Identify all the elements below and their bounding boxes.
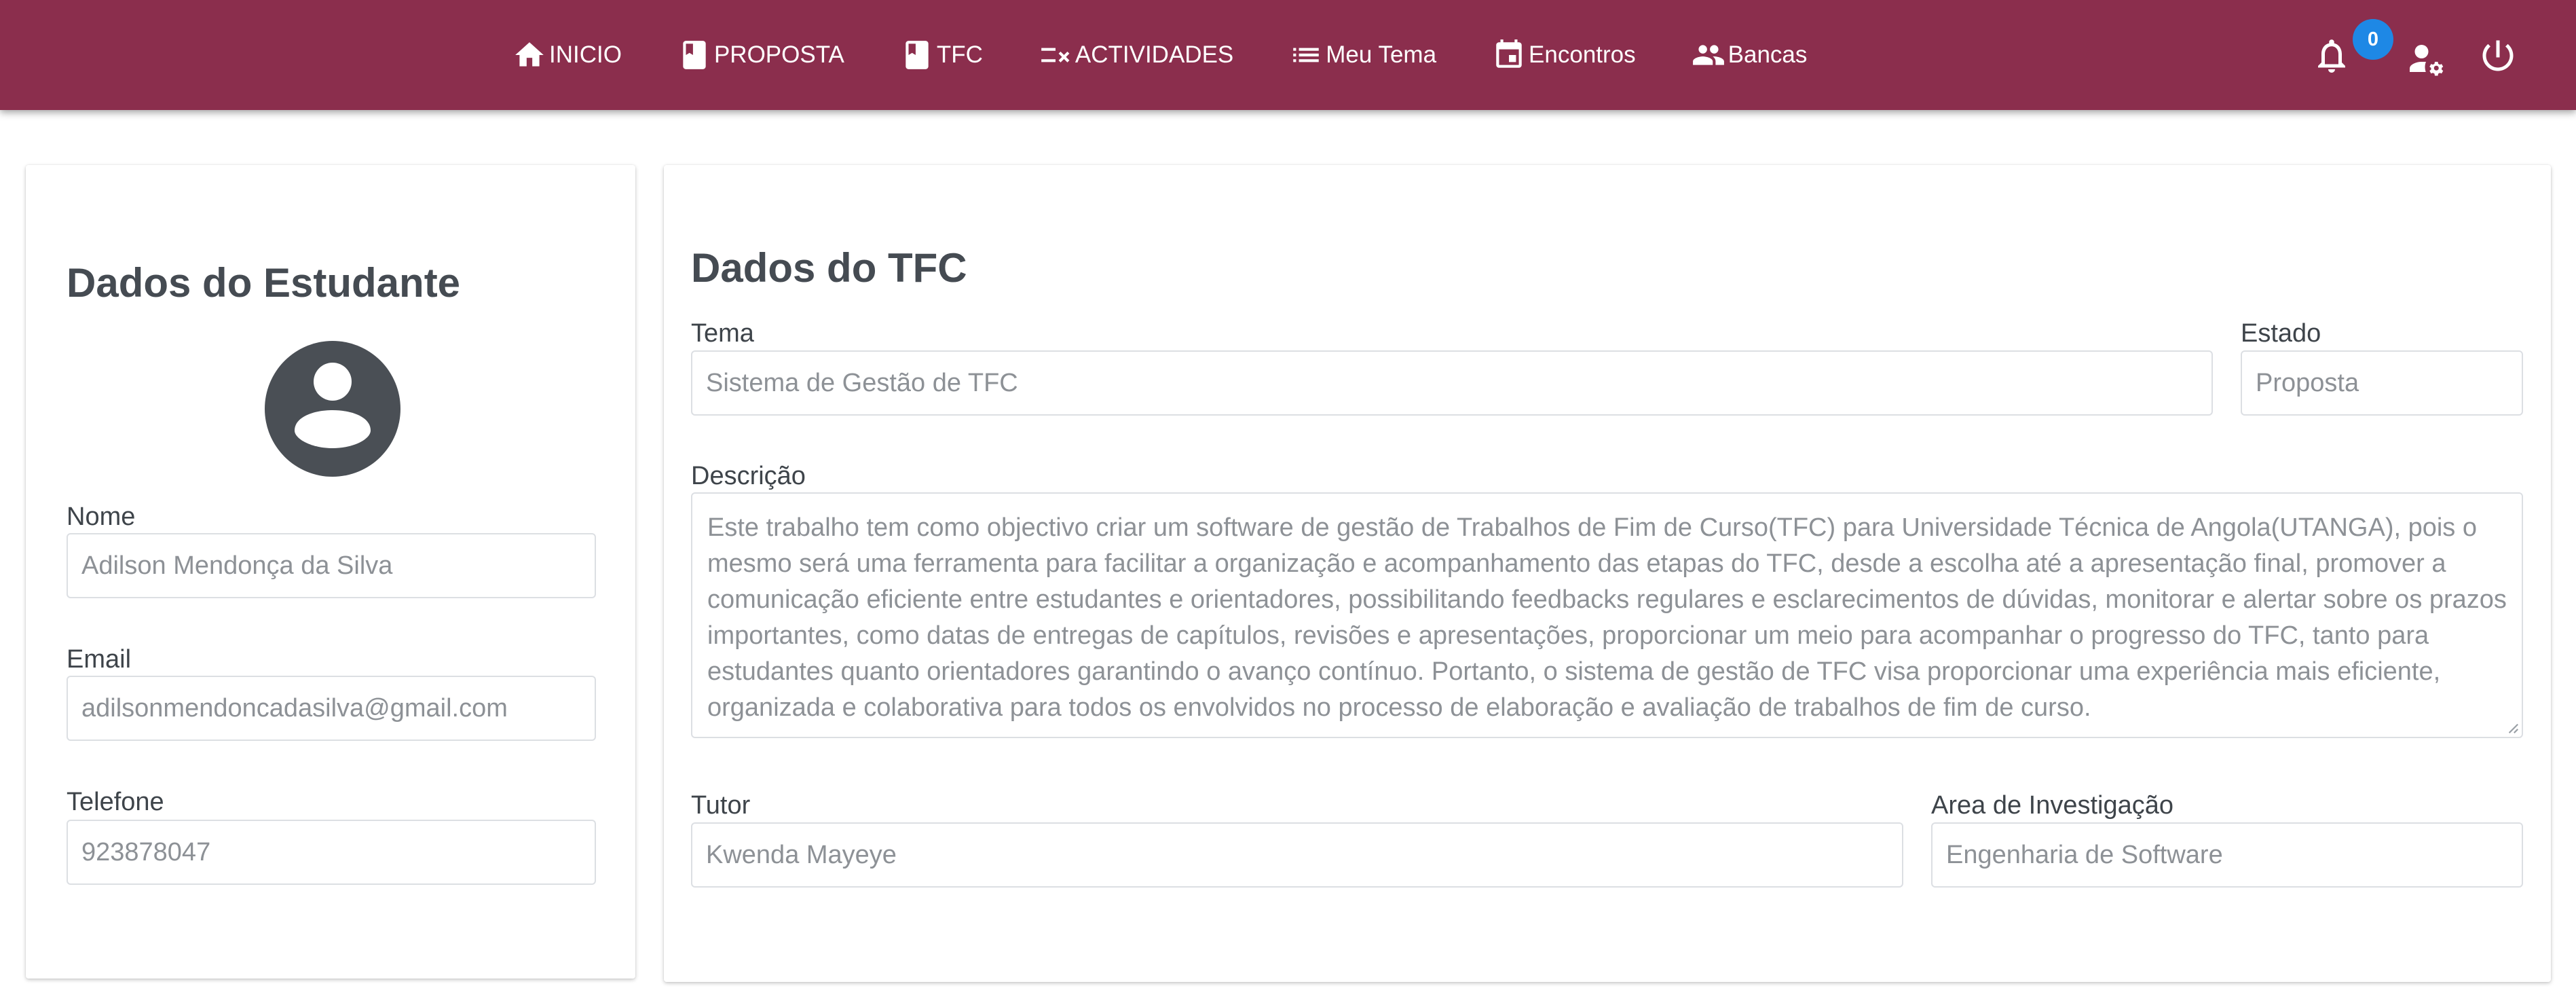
book-icon xyxy=(677,38,711,72)
power-icon[interactable] xyxy=(2478,35,2518,76)
avatar xyxy=(265,341,400,477)
nav-item-label: Encontros xyxy=(1529,41,1636,68)
state-label: Estado xyxy=(2241,319,2321,348)
book-icon xyxy=(900,38,934,72)
research-area-label: Area de Investigação xyxy=(1931,791,2174,820)
student-card-title: Dados do Estudante xyxy=(67,260,461,306)
account-circle-icon xyxy=(265,341,400,477)
top-navbar: INICIO PROPOSTA TFC ACTIVIDADES Meu Tema xyxy=(0,0,2576,110)
tutor-field[interactable]: Kwenda Mayeye xyxy=(691,822,1903,888)
nav-item-label: Meu Tema xyxy=(1326,41,1437,68)
nav-item-proposta[interactable]: PROPOSTA xyxy=(677,38,844,72)
nav-item-meu-tema[interactable]: Meu Tema xyxy=(1289,38,1436,72)
main-nav: INICIO PROPOSTA TFC ACTIVIDADES Meu Tema xyxy=(512,0,1863,110)
nav-item-encontros[interactable]: Encontros xyxy=(1492,38,1636,72)
tutor-label: Tutor xyxy=(691,791,751,820)
email-label: Email xyxy=(67,645,132,674)
nav-item-label: PROPOSTA xyxy=(713,41,844,68)
nav-item-actividades[interactable]: ACTIVIDADES xyxy=(1039,38,1233,72)
name-field[interactable]: Adilson Mendonça da Silva xyxy=(67,533,596,598)
state-field[interactable]: Proposta xyxy=(2241,350,2523,416)
people-icon xyxy=(1692,38,1725,72)
bell-icon[interactable] xyxy=(2311,35,2352,76)
email-field[interactable]: adilsonmendoncadasilva@gmail.com xyxy=(67,676,596,741)
theme-label: Tema xyxy=(691,319,754,348)
home-icon xyxy=(512,38,546,72)
nav-item-bancas[interactable]: Bancas xyxy=(1692,38,1808,72)
description-textarea[interactable]: Este trabalho tem como objectivo criar u… xyxy=(691,492,2523,738)
user-settings-icon[interactable] xyxy=(2406,38,2444,76)
nav-item-label: Bancas xyxy=(1728,41,1808,68)
theme-field[interactable]: Sistema de Gestão de TFC xyxy=(691,350,2213,416)
description-text: Este trabalho tem como objectivo criar u… xyxy=(707,513,2507,722)
research-area-field[interactable]: Engenharia de Software xyxy=(1931,822,2523,888)
resize-handle-icon[interactable] xyxy=(2507,722,2519,734)
nav-item-label: INICIO xyxy=(549,41,622,68)
name-label: Nome xyxy=(67,503,136,531)
phone-field[interactable]: 923878047 xyxy=(67,820,596,885)
checklist-icon xyxy=(1039,38,1072,72)
description-label: Descrição xyxy=(691,462,806,490)
nav-item-tfc[interactable]: TFC xyxy=(900,38,983,72)
nav-item-inicio[interactable]: INICIO xyxy=(512,38,622,72)
phone-label: Telefone xyxy=(67,788,164,816)
nav-item-label: TFC xyxy=(936,41,983,68)
list-icon xyxy=(1289,38,1323,72)
tfc-card-title: Dados do TFC xyxy=(691,245,967,291)
notification-badge: 0 xyxy=(2353,19,2393,60)
calendar-icon xyxy=(1492,38,1526,72)
nav-item-label: ACTIVIDADES xyxy=(1075,41,1234,68)
